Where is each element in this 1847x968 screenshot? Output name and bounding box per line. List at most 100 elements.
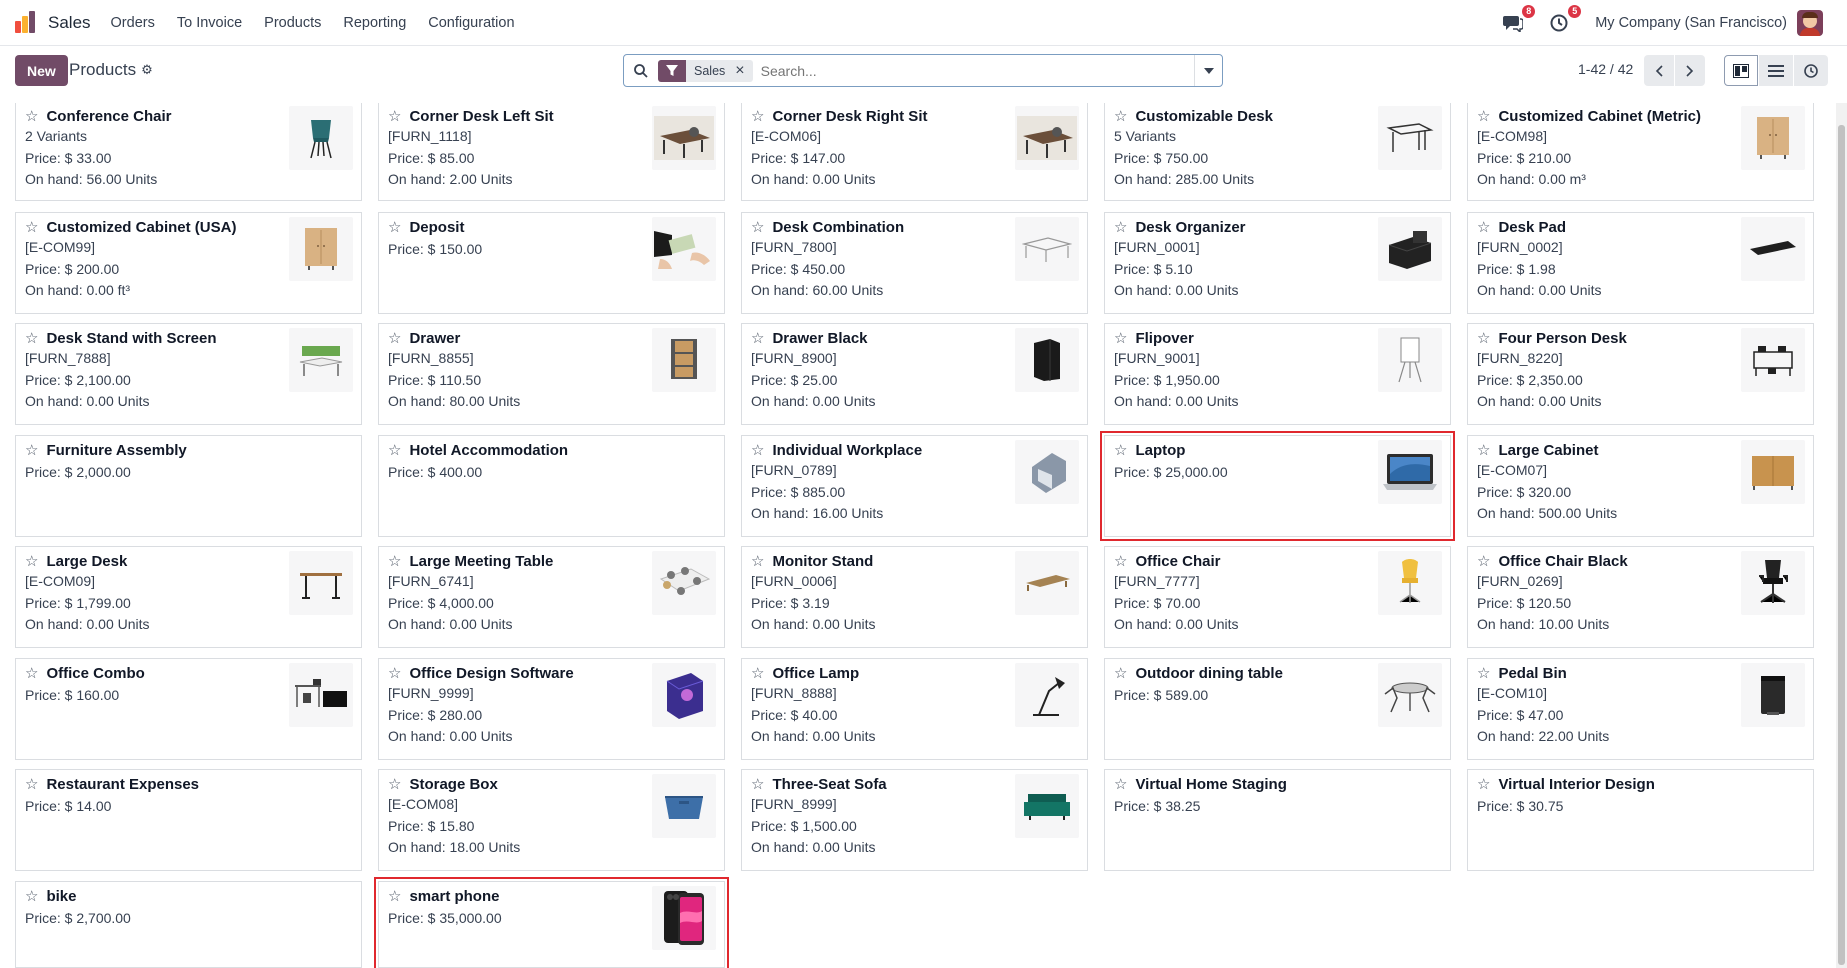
product-card[interactable]: ☆ Pedal Bin [E-COM10] Price: $ 47.00 On hand… [1467,658,1814,760]
favorite-star-icon[interactable]: ☆ [25,441,38,459]
product-card[interactable]: ☆ Corner Desk Right Sit [E-COM06] Price: $ … [741,103,1088,201]
favorite-star-icon[interactable]: ☆ [388,441,401,459]
favorite-star-icon[interactable]: ☆ [1477,664,1490,682]
favorite-star-icon[interactable]: ☆ [1114,552,1127,570]
favorite-star-icon[interactable]: ☆ [25,664,38,682]
product-card[interactable]: ☆ Drawer Black [FURN_8900] Price: $ 25.00 On… [741,323,1088,425]
product-card[interactable]: ☆ Office Combo Price: $ 160.00 [15,658,362,760]
product-card[interactable]: ☆ Drawer [FURN_8855] Price: $ 110.50 On hand… [378,323,725,425]
favorite-star-icon[interactable]: ☆ [751,552,764,570]
favorite-star-icon[interactable]: ☆ [1477,441,1490,459]
product-card[interactable]: ☆ Customized Cabinet (USA) [E-COM99] Price:… [15,212,362,314]
product-card[interactable]: ☆ Virtual Home Staging Price: $ 38.25 [1104,769,1451,871]
product-card[interactable]: ☆ Restaurant Expenses Price: $ 14.00 [15,769,362,871]
favorite-star-icon[interactable]: ☆ [751,329,764,347]
gear-icon[interactable]: ⚙ [141,62,153,78]
product-card[interactable]: ☆ Flipover [FURN_9001] Price: $ 1,950.00 On … [1104,323,1451,425]
favorite-star-icon[interactable]: ☆ [1114,218,1127,236]
favorite-star-icon[interactable]: ☆ [388,887,401,905]
search-options-toggle[interactable] [1194,55,1222,86]
favorite-star-icon[interactable]: ☆ [751,775,764,793]
product-card[interactable]: ☆ Outdoor dining table Price: $ 589.00 [1104,658,1451,760]
facet-remove-icon[interactable]: × [733,59,753,82]
product-card[interactable]: ☆ Large Meeting Table [FURN_6741] Price: $ … [378,546,725,648]
favorite-star-icon[interactable]: ☆ [751,218,764,236]
product-image-desk-photo [1015,106,1079,170]
favorite-star-icon[interactable]: ☆ [1477,107,1490,125]
product-card[interactable]: ☆ Office Chair [FURN_7777] Price: $ 70.00 On… [1104,546,1451,648]
product-card[interactable]: ☆ Laptop Price: $ 25,000.00 [1100,431,1455,541]
favorite-star-icon[interactable]: ☆ [25,775,38,793]
product-card[interactable]: ☆ Individual Workplace [FURN_0789] Price: $… [741,435,1088,537]
activities-clock-icon[interactable]: 5 [1547,5,1582,35]
product-card[interactable]: ☆ Storage Box [E-COM08] Price: $ 15.80 On ha… [378,769,725,871]
favorite-star-icon[interactable]: ☆ [25,329,38,347]
product-card[interactable]: ☆ Virtual Interior Design Price: $ 30.75 [1467,769,1814,871]
scrollbar-thumb[interactable] [1838,125,1845,965]
activity-view-button[interactable] [1794,55,1828,86]
favorite-star-icon[interactable]: ☆ [1477,775,1490,793]
product-card[interactable]: ☆ bike Price: $ 2,700.00 [15,881,362,968]
user-avatar[interactable] [1797,10,1823,36]
menu-reporting[interactable]: Reporting [343,15,406,31]
pager-value[interactable]: 1-42 / 42 [1578,61,1633,77]
favorite-star-icon[interactable]: ☆ [1114,329,1127,347]
favorite-star-icon[interactable]: ☆ [1477,329,1490,347]
product-card[interactable]: ☆ Customized Cabinet (Metric) [E-COM98] Pri… [1467,103,1814,201]
product-card[interactable]: ☆ Corner Desk Left Sit [FURN_1118] Price: $… [378,103,725,201]
favorite-star-icon[interactable]: ☆ [751,107,764,125]
product-card[interactable]: ☆ Customizable Desk 5 Variants Price: $ 750… [1104,103,1451,201]
favorite-star-icon[interactable]: ☆ [388,552,401,570]
product-card[interactable]: ☆ Desk Pad [FURN_0002] Price: $ 1.98 On hand… [1467,212,1814,314]
product-card[interactable]: ☆ Monitor Stand [FURN_0006] Price: $ 3.19 On… [741,546,1088,648]
favorite-star-icon[interactable]: ☆ [25,218,38,236]
product-card[interactable]: ☆ Office Lamp [FURN_8888] Price: $ 40.00 On … [741,658,1088,760]
product-card[interactable]: ☆ Office Chair Black [FURN_0269] Price: $ 1… [1467,546,1814,648]
menu-to-invoice[interactable]: To Invoice [177,15,242,31]
favorite-star-icon[interactable]: ☆ [1477,218,1490,236]
favorite-star-icon[interactable]: ☆ [751,441,764,459]
app-name[interactable]: Sales [48,13,91,33]
favorite-star-icon[interactable]: ☆ [388,775,401,793]
favorite-star-icon[interactable]: ☆ [1114,664,1127,682]
list-view-button[interactable] [1759,55,1793,86]
favorite-star-icon[interactable]: ☆ [25,887,38,905]
new-button[interactable]: New [15,55,68,86]
favorite-star-icon[interactable]: ☆ [25,107,38,125]
product-card[interactable]: ☆ Office Design Software [FURN_9999] Price:… [378,658,725,760]
favorite-star-icon[interactable]: ☆ [1114,775,1127,793]
favorite-star-icon[interactable]: ☆ [25,552,38,570]
search-bar[interactable]: Sales × [623,54,1223,87]
product-card[interactable]: ☆ Large Cabinet [E-COM07] Price: $ 320.00 On… [1467,435,1814,537]
menu-orders[interactable]: Orders [111,15,155,31]
favorite-star-icon[interactable]: ☆ [388,107,401,125]
favorite-star-icon[interactable]: ☆ [1114,107,1127,125]
product-card[interactable]: ☆ smart phone Price: $ 35,000.00 [374,877,729,968]
pager-next-button[interactable] [1675,55,1705,86]
product-card[interactable]: ☆ Furniture Assembly Price: $ 2,000.00 [15,435,362,537]
product-card[interactable]: ☆ Four Person Desk [FURN_8220] Price: $ 2,3… [1467,323,1814,425]
product-card[interactable]: ☆ Large Desk [E-COM09] Price: $ 1,799.00 On … [15,546,362,648]
messages-icon[interactable]: 8 [1501,5,1536,35]
menu-configuration[interactable]: Configuration [428,15,514,31]
favorite-star-icon[interactable]: ☆ [751,664,764,682]
company-switcher[interactable]: My Company (San Francisco) [1595,15,1787,31]
search-facet[interactable]: Sales × [658,59,753,82]
product-card[interactable]: ☆ Conference Chair 2 Variants Price: $ 33.0… [15,103,362,201]
sales-app-logo[interactable] [14,10,38,35]
favorite-star-icon[interactable]: ☆ [388,329,401,347]
product-card[interactable]: ☆ Hotel Accommodation Price: $ 400.00 [378,435,725,537]
product-card[interactable]: ☆ Desk Organizer [FURN_0001] Price: $ 5.10 O… [1104,212,1451,314]
pager-previous-button[interactable] [1644,55,1674,86]
menu-products[interactable]: Products [264,15,321,31]
search-input[interactable] [760,62,1194,79]
product-card[interactable]: ☆ Deposit Price: $ 150.00 [378,212,725,314]
kanban-view-button[interactable] [1724,55,1758,86]
product-card[interactable]: ☆ Desk Combination [FURN_7800] Price: $ 450… [741,212,1088,314]
favorite-star-icon[interactable]: ☆ [388,218,401,236]
product-card[interactable]: ☆ Three-Seat Sofa [FURN_8999] Price: $ 1,50… [741,769,1088,871]
favorite-star-icon[interactable]: ☆ [1477,552,1490,570]
product-card[interactable]: ☆ Desk Stand with Screen [FURN_7888] Price:… [15,323,362,425]
favorite-star-icon[interactable]: ☆ [1114,441,1127,459]
favorite-star-icon[interactable]: ☆ [388,664,401,682]
